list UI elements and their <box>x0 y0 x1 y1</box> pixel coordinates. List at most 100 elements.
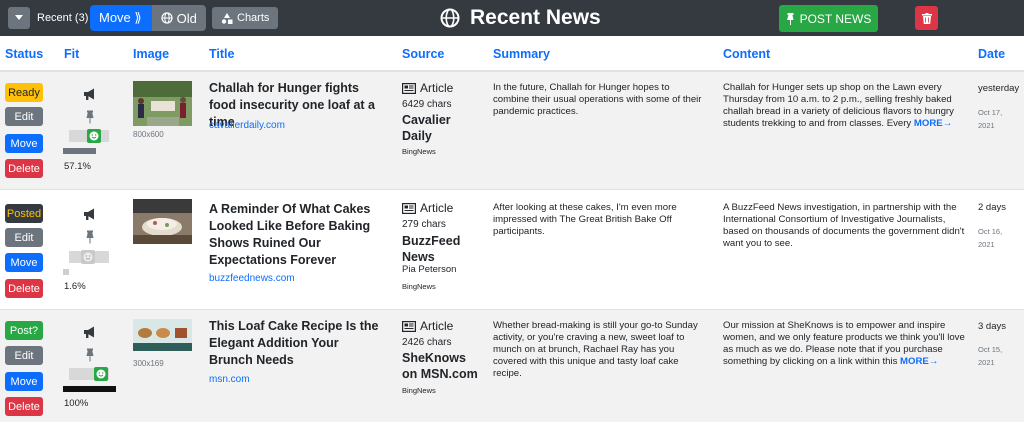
source-type-label: Article <box>420 201 454 215</box>
pin-icon <box>786 12 794 25</box>
column-header-content[interactable]: Content <box>723 47 770 61</box>
megaphone-icon[interactable] <box>83 325 97 339</box>
newspaper-icon <box>402 320 416 332</box>
article-title[interactable]: A Reminder Of What Cakes Looked Like Bef… <box>209 201 381 269</box>
table-row: Posted Edit Move Delete 1.6% A Reminder … <box>0 189 1024 309</box>
move-button[interactable]: Move <box>5 372 43 391</box>
globe-icon <box>161 12 173 24</box>
delete-button[interactable]: Delete <box>5 279 43 298</box>
view-toggle-group: Move ⟫ Old <box>90 5 206 31</box>
source-char-count: 2426 chars <box>402 337 452 348</box>
source-char-count: 279 chars <box>402 219 446 230</box>
move-button[interactable]: Move <box>5 253 43 272</box>
table-header: Status Fit Image Title Source Summary Co… <box>0 36 1024 72</box>
recent-count-label: Recent (3) <box>37 12 89 24</box>
neutral-face-icon <box>81 250 95 264</box>
delete-button[interactable]: Delete <box>5 397 43 416</box>
status-post-button[interactable]: Post? <box>5 321 43 340</box>
article-thumbnail[interactable] <box>133 319 192 351</box>
date-relative: yesterday <box>978 83 1020 94</box>
date-relative: 2 days <box>978 202 1006 213</box>
fit-percent: 1.6% <box>64 281 86 292</box>
source-type: Article <box>402 201 453 215</box>
pin-icon[interactable] <box>83 348 97 362</box>
shapes-icon <box>221 12 233 24</box>
status-posted-button[interactable]: Posted <box>5 204 43 223</box>
article-content: Challah for Hunger sets up shop on the L… <box>723 82 968 130</box>
megaphone-icon[interactable] <box>83 87 97 101</box>
app-title: Recent News <box>440 4 601 32</box>
article-title[interactable]: This Loaf Cake Recipe Is the Elegant Add… <box>209 318 381 369</box>
source-feed: BingNews <box>402 386 436 395</box>
delete-button[interactable]: Delete <box>5 159 43 178</box>
delete-all-button[interactable] <box>915 6 938 30</box>
fit-percent: 57.1% <box>64 161 91 172</box>
source-type-label: Article <box>420 81 454 95</box>
source-author: Pia Peterson <box>402 264 457 275</box>
article-summary: After looking at these cakes, I'm even m… <box>493 202 677 237</box>
article-summary: In the future, Challah for Hunger hopes … <box>493 82 702 117</box>
table-row: Post? Edit Move Delete 100% 300x169 This… <box>0 309 1024 422</box>
fit-progress-bar <box>63 148 96 154</box>
smile-icon <box>87 129 101 143</box>
move-view-button[interactable]: Move ⟫ <box>90 5 151 31</box>
trash-icon <box>921 12 932 24</box>
date-relative: 3 days <box>978 321 1006 332</box>
move-button[interactable]: Move <box>5 134 43 153</box>
column-header-status[interactable]: Status <box>5 47 43 61</box>
source-feed: BingNews <box>402 282 436 291</box>
date-absolute: Oct 17, 2021 <box>978 108 1003 130</box>
table-row: Ready Edit Move Delete 57.1% 800x600 Cha… <box>0 72 1024 189</box>
column-header-source[interactable]: Source <box>402 47 444 61</box>
status-ready-button[interactable]: Ready <box>5 83 43 102</box>
article-thumbnail[interactable] <box>133 199 192 244</box>
post-news-button[interactable]: POST NEWS <box>779 5 878 32</box>
image-size-label: 300x169 <box>133 359 164 368</box>
image-size-label: 800x600 <box>133 130 164 139</box>
newspaper-icon <box>402 202 416 214</box>
more-link[interactable]: MORE→ <box>914 118 952 129</box>
globe-icon <box>440 8 460 28</box>
date-absolute: Oct 16, 2021 <box>978 227 1003 249</box>
article-thumbnail[interactable] <box>133 81 192 126</box>
source-type: Article <box>402 81 453 95</box>
edit-button[interactable]: Edit <box>5 346 43 365</box>
pin-icon[interactable] <box>83 230 97 244</box>
page-title: Recent News <box>470 6 601 29</box>
fit-percent: 100% <box>64 398 89 409</box>
source-name: BuzzFeed News <box>402 234 461 264</box>
post-news-label: POST NEWS <box>799 11 872 26</box>
fit-progress-bar <box>63 269 69 275</box>
source-char-count: 6429 chars <box>402 99 452 110</box>
megaphone-icon[interactable] <box>83 207 97 221</box>
column-header-title[interactable]: Title <box>209 47 234 61</box>
old-view-label: Old <box>176 10 197 26</box>
article-domain-link[interactable]: msn.com <box>209 374 250 385</box>
date-absolute: Oct 15, 2021 <box>978 345 1003 367</box>
recent-dropdown-button[interactable] <box>8 7 30 29</box>
article-content: A BuzzFeed News investigation, in partne… <box>723 202 968 250</box>
column-header-date[interactable]: Date <box>978 47 1005 61</box>
article-domain-link[interactable]: buzzfeednews.com <box>209 273 295 284</box>
edit-button[interactable]: Edit <box>5 107 43 126</box>
column-header-fit[interactable]: Fit <box>64 47 79 61</box>
old-view-button[interactable]: Old <box>150 5 206 31</box>
source-type: Article <box>402 319 453 333</box>
smile-icon <box>94 367 108 381</box>
edit-button[interactable]: Edit <box>5 228 43 247</box>
pin-icon[interactable] <box>83 110 97 124</box>
source-feed: BingNews <box>402 147 436 156</box>
content-text: A BuzzFeed News investigation, in partne… <box>723 202 965 249</box>
more-link[interactable]: MORE→ <box>900 356 938 367</box>
newspaper-icon <box>402 82 416 94</box>
caret-down-icon <box>15 15 23 20</box>
column-header-image[interactable]: Image <box>133 47 169 61</box>
article-content: Our mission at SheKnows is to empower an… <box>723 320 968 368</box>
column-header-summary[interactable]: Summary <box>493 47 550 61</box>
charts-button[interactable]: Charts <box>212 7 279 29</box>
source-name: Cavalier Daily <box>402 113 451 143</box>
fit-progress-bar <box>63 386 116 392</box>
source-type-label: Article <box>420 319 454 333</box>
article-domain-link[interactable]: cavalierdaily.com <box>209 120 285 131</box>
top-navbar: Recent (3) Move ⟫ Old Charts Recent News… <box>0 0 1024 36</box>
